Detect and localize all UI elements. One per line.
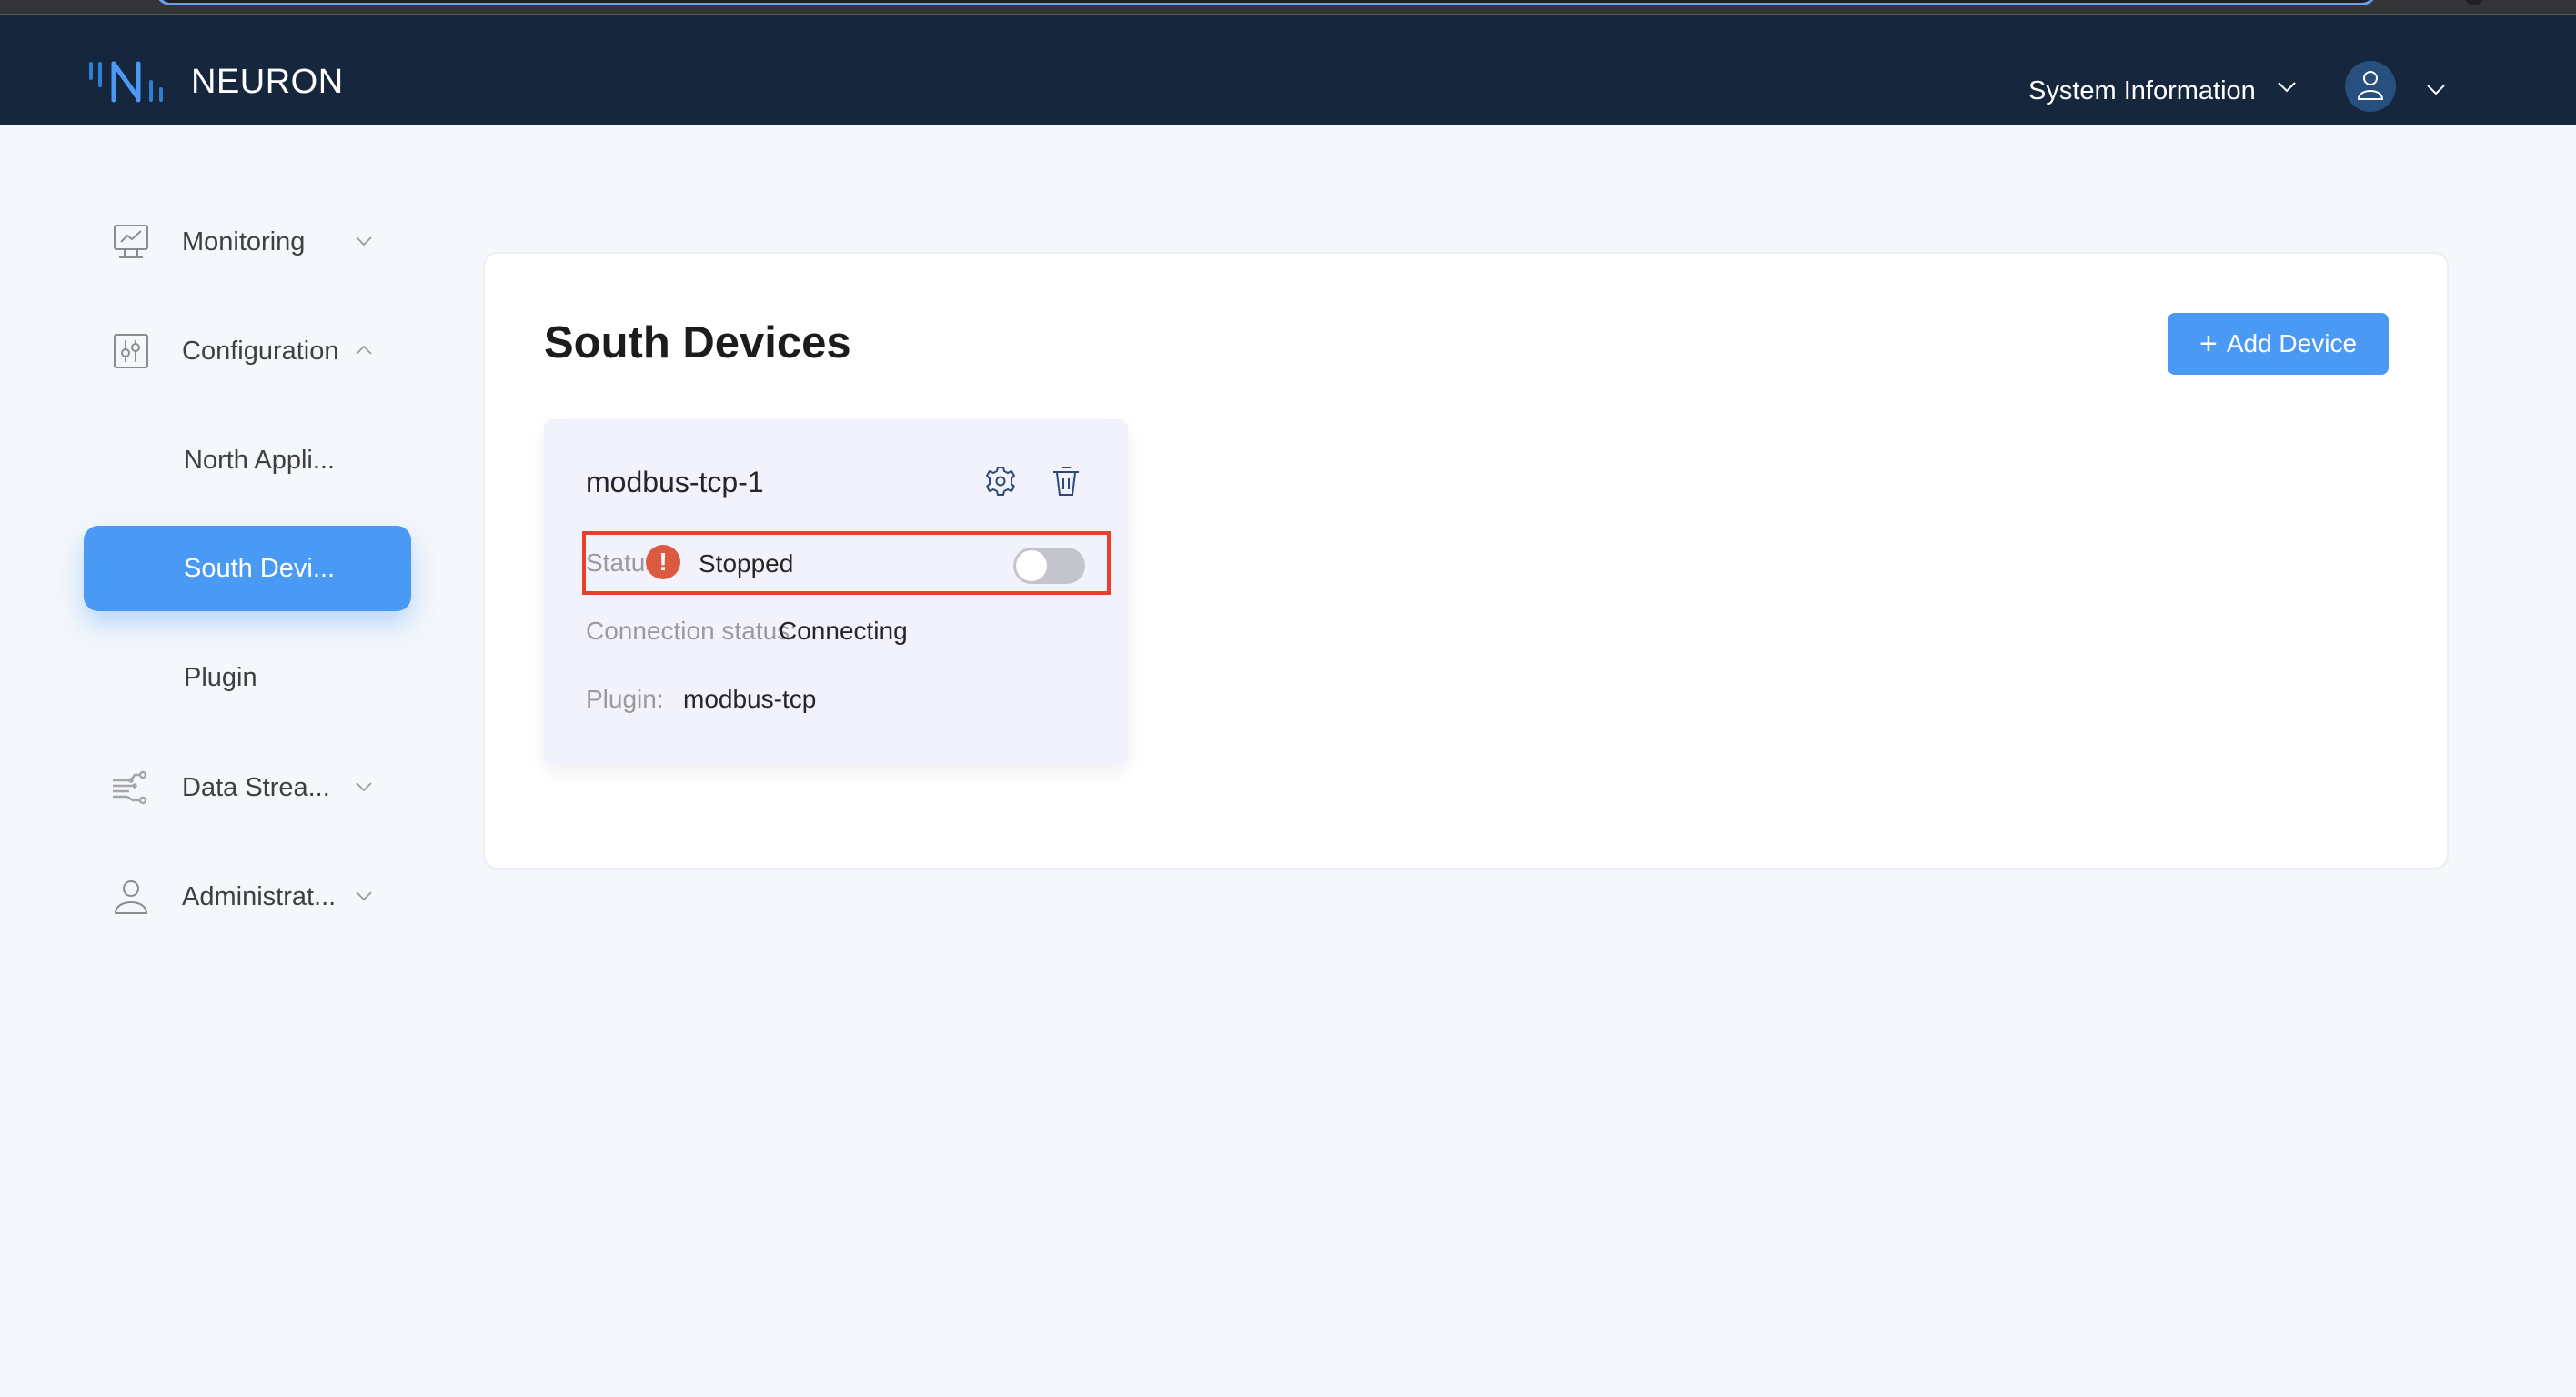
- plus-icon: +: [2199, 327, 2218, 361]
- monitor-chart-icon: [114, 225, 148, 258]
- chevron-down-icon: [356, 891, 372, 901]
- chevron-up-icon: [356, 345, 372, 355]
- sidebar-item-label: Configuration: [182, 337, 339, 366]
- browser-control: [2465, 0, 2483, 5]
- status-value: Stopped: [699, 549, 794, 578]
- add-device-button[interactable]: + Add Device: [2168, 313, 2389, 375]
- error-icon: !: [646, 545, 680, 579]
- device-card[interactable]: modbus-tcp-1 Status: ! Stopped Connectio…: [544, 419, 1128, 766]
- sidebar-subitem-label: South Devi...: [184, 554, 336, 583]
- system-information-menu[interactable]: System Information: [2028, 75, 2256, 106]
- chevron-down-icon[interactable]: [2277, 81, 2297, 94]
- south-devices-panel: South Devices + Add Device modbus-tcp-1 …: [485, 254, 2447, 868]
- toggle-knob: [1016, 550, 1047, 581]
- sidebar-item-monitoring[interactable]: Monitoring: [84, 206, 411, 278]
- trash-icon[interactable]: [1052, 466, 1080, 497]
- browser-chrome: [0, 0, 2576, 15]
- neuron-logo-icon: [89, 61, 163, 103]
- chevron-down-icon: [356, 236, 372, 246]
- gear-icon[interactable]: [985, 466, 1016, 497]
- sidebar-item-label: Administrat...: [182, 882, 337, 911]
- data-stream-icon: [113, 770, 147, 805]
- sidebar-item-label: Monitoring: [182, 227, 306, 256]
- page-title: South Devices: [544, 318, 851, 367]
- device-running-toggle[interactable]: [1013, 548, 1085, 584]
- user-avatar[interactable]: [2345, 61, 2396, 112]
- browser-address-bar[interactable]: [155, 0, 2378, 5]
- sidebar-item-data-stream[interactable]: Data Strea...: [84, 751, 411, 824]
- user-icon: [2357, 71, 2384, 100]
- sidebar-subitem-label: Plugin: [184, 663, 257, 692]
- sliders-icon: [114, 334, 148, 368]
- connection-status-label: Connection status:: [586, 617, 797, 645]
- brand-name: NEURON: [191, 63, 344, 101]
- sidebar-item-label: Data Strea...: [182, 773, 330, 802]
- device-name: modbus-tcp-1: [586, 466, 764, 498]
- sidebar-item-administration[interactable]: Administrat...: [84, 860, 411, 933]
- add-device-label: Add Device: [2226, 329, 2358, 357]
- sidebar-item-configuration[interactable]: Configuration: [84, 315, 411, 387]
- sidebar-subitem-plugin[interactable]: Plugin: [84, 635, 411, 720]
- user-menu-chevron-down-icon[interactable]: [2426, 84, 2446, 96]
- chevron-down-icon: [356, 782, 372, 792]
- connection-status-value: Connecting: [779, 617, 908, 645]
- user-icon: [114, 880, 148, 914]
- plugin-value: modbus-tcp: [683, 685, 817, 713]
- top-header: NEURON System Information: [0, 15, 2576, 125]
- sidebar-subitem-south-devices[interactable]: South Devi...: [84, 526, 411, 611]
- sidebar-subitem-label: North Appli...: [184, 446, 336, 475]
- sidebar-subitem-north-apps[interactable]: North Appli...: [84, 417, 411, 503]
- plugin-label: Plugin:: [586, 685, 664, 713]
